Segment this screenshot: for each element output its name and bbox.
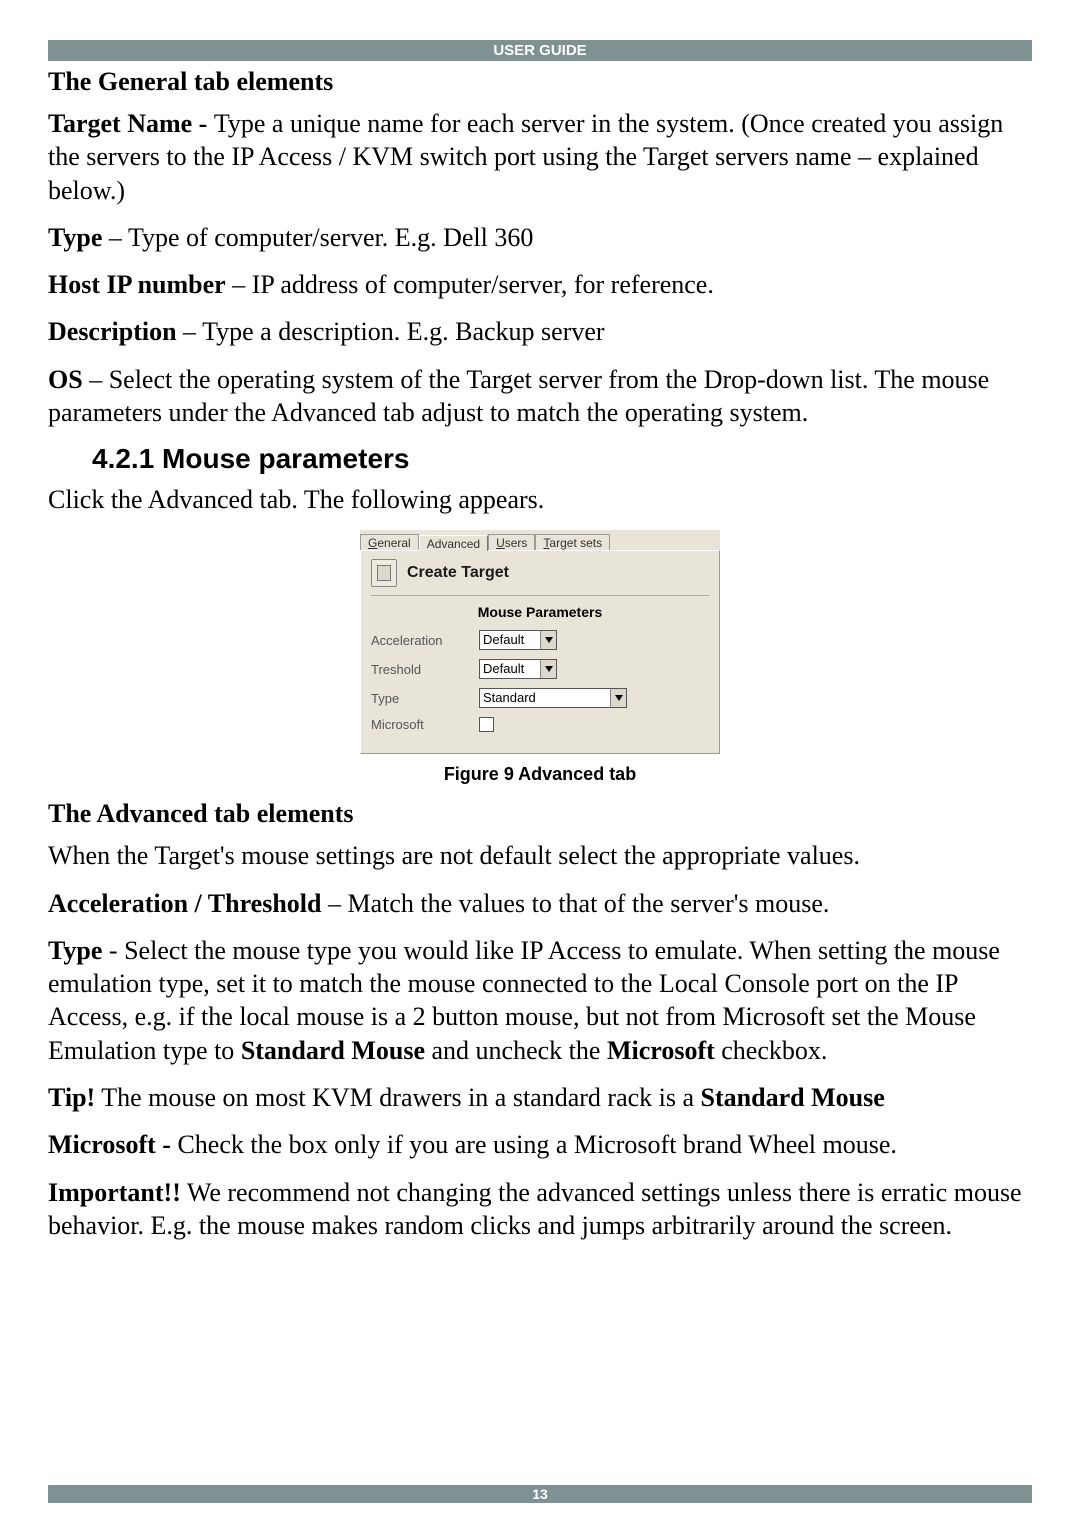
paragraph-microsoft: Microsoft - Check the box only if you ar… (48, 1128, 1032, 1161)
text-type: Type of computer/server. E.g. Dell 360 (128, 223, 533, 252)
chevron-down-icon (610, 689, 626, 707)
select-type[interactable]: Standard (479, 688, 627, 708)
tab-targetsets-rest: arget sets (549, 536, 602, 550)
label-treshold: Treshold (371, 662, 479, 677)
select-treshold-value: Default (480, 660, 540, 678)
label-target-name: Target Name - (48, 109, 214, 138)
label-mouse-type: Type (371, 691, 479, 706)
label-accel-threshold: Acceleration / Threshold (48, 889, 321, 918)
dash: – (226, 270, 252, 299)
text-host-ip: IP address of computer/server, for refer… (252, 270, 714, 299)
tab-users-hotkey: U (496, 536, 505, 550)
label-description: Description (48, 317, 177, 346)
tab-users-rest: sers (505, 536, 528, 550)
dash: – (177, 317, 203, 346)
paragraph-type: Type – Type of computer/server. E.g. Del… (48, 221, 1032, 254)
select-acceleration[interactable]: Default (479, 630, 557, 650)
paragraph-type-select: Type - Select the mouse type you would l… (48, 934, 1032, 1067)
text-description: Type a description. E.g. Backup server (202, 317, 605, 346)
mouse-parameters-title: Mouse Parameters (371, 604, 709, 620)
row-acceleration: Acceleration Default (371, 630, 709, 650)
label-os: OS (48, 365, 83, 394)
tab-strip: General Advanced Users Target sets (360, 530, 720, 550)
tab-users[interactable]: Users (488, 534, 535, 550)
label-tip: Tip! (48, 1083, 95, 1112)
figure-caption: Figure 9 Advanced tab (48, 764, 1032, 785)
create-target-dialog: General Advanced Users Target sets Creat… (360, 530, 720, 754)
dialog-body: Create Target Mouse Parameters Accelerat… (360, 550, 720, 754)
tab-advanced[interactable]: Advanced (419, 535, 488, 551)
label-type2: Type (48, 936, 102, 965)
paragraph-description: Description – Type a description. E.g. B… (48, 315, 1032, 348)
chevron-down-icon (540, 660, 556, 678)
dash: - (102, 936, 124, 965)
text-tip: The mouse on most KVM drawers in a stand… (95, 1083, 700, 1112)
text-os: Select the operating system of the Targe… (48, 365, 989, 427)
row-treshold: Treshold Default (371, 659, 709, 679)
text-microsoft-desc: Check the box only if you are using a Mi… (177, 1130, 896, 1159)
label-important: Important!! (48, 1178, 181, 1207)
heading-advanced-tab-elements: The Advanced tab elements (48, 799, 1032, 829)
select-treshold[interactable]: Default (479, 659, 557, 679)
figure-advanced-tab: General Advanced Users Target sets Creat… (48, 530, 1032, 754)
text-type2-post: checkbox. (715, 1036, 828, 1065)
row-type: Type Standard (371, 688, 709, 708)
paragraph-os: OS – Select the operating system of the … (48, 363, 1032, 430)
select-acceleration-value: Default (480, 631, 540, 649)
paragraph-click-advanced: Click the Advanced tab. The following ap… (48, 483, 1032, 516)
label-microsoft: Microsoft (371, 717, 479, 732)
row-microsoft: Microsoft (371, 717, 709, 732)
text-type2-mid: and uncheck the (425, 1036, 607, 1065)
label-type: Type (48, 223, 102, 252)
dash: – (102, 223, 128, 252)
text-important: We recommend not changing the advanced s… (48, 1178, 1022, 1240)
header-title: USER GUIDE (493, 42, 586, 59)
label-microsoft-desc: Microsoft - (48, 1130, 177, 1159)
dash: – (83, 365, 109, 394)
text-standard-mouse: Standard Mouse (241, 1036, 425, 1065)
text-tip-bold: Standard Mouse (701, 1083, 885, 1112)
tab-general-rest: eneral (377, 536, 410, 550)
create-target-title: Create Target (407, 564, 509, 582)
paragraph-host-ip: Host IP number – IP address of computer/… (48, 268, 1032, 301)
paragraph-important: Important!! We recommend not changing th… (48, 1176, 1032, 1243)
paragraph-accel-threshold: Acceleration / Threshold – Match the val… (48, 887, 1032, 920)
tab-target-sets[interactable]: Target sets (535, 534, 610, 550)
create-target-row: Create Target (371, 559, 709, 596)
paragraph-tip: Tip! The mouse on most KVM drawers in a … (48, 1081, 1032, 1114)
text-accel-threshold: Match the values to that of the server's… (347, 889, 829, 918)
heading-general-tab-elements: The General tab elements (48, 67, 1032, 97)
header-bar: USER GUIDE (48, 40, 1032, 61)
select-type-value: Standard (480, 689, 610, 707)
paragraph-target-name: Target Name - Type a unique name for eac… (48, 107, 1032, 207)
tab-general[interactable]: General (360, 534, 419, 550)
page-number: 13 (532, 1486, 548, 1502)
dash: – (321, 889, 347, 918)
paragraph-when-not-default: When the Target's mouse settings are not… (48, 839, 1032, 872)
footer-bar: 13 (48, 1485, 1032, 1503)
label-host-ip: Host IP number (48, 270, 226, 299)
tab-general-hotkey: G (368, 536, 377, 550)
chevron-down-icon (540, 631, 556, 649)
label-acceleration: Acceleration (371, 633, 479, 648)
stack-icon (371, 559, 397, 587)
heading-4-2-1: 4.2.1 Mouse parameters (92, 443, 1032, 475)
checkbox-microsoft[interactable] (479, 717, 494, 732)
text-microsoft-bold: Microsoft (607, 1036, 715, 1065)
